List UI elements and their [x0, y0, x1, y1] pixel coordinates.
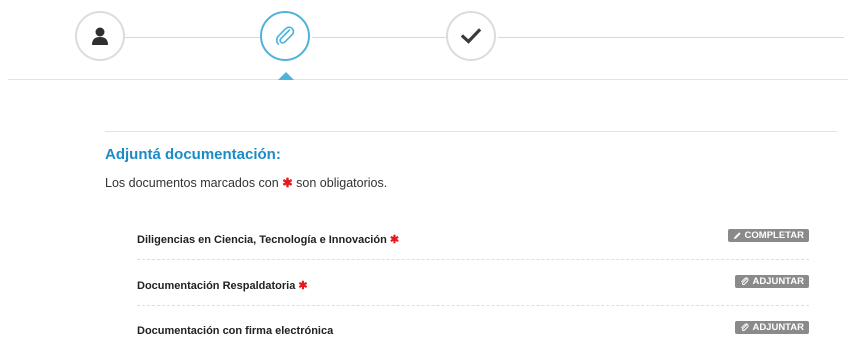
- required-asterisk-icon: ✱: [389, 234, 400, 246]
- document-name: Diligencias en Ciencia, Tecnología e Inn…: [137, 234, 387, 246]
- user-icon: [92, 27, 108, 45]
- attach-button-label: ADJUNTAR: [752, 322, 804, 333]
- stepper-line: [498, 37, 844, 38]
- required-note-text-end: son obligatorios.: [296, 176, 388, 190]
- document-name: Documentación con firma electrónica: [137, 325, 334, 337]
- stepper-line: [312, 37, 446, 38]
- active-step-caret: [278, 72, 294, 80]
- section-divider: [105, 131, 837, 132]
- attach-button[interactable]: ADJUNTAR: [735, 275, 809, 288]
- stepper-divider: [8, 79, 848, 80]
- required-note: Los documentos marcados con ✱ son obliga…: [105, 175, 387, 190]
- step-confirmation[interactable]: [446, 11, 496, 61]
- complete-button-label: COMPLETAR: [744, 230, 804, 241]
- attach-button-label: ADJUNTAR: [752, 276, 804, 287]
- document-row: Documentación con firma electrónica ADJU…: [137, 306, 809, 348]
- checkmark-icon: [461, 28, 481, 44]
- paperclip-icon: [275, 26, 295, 45]
- required-asterisk-icon: ✱: [298, 280, 308, 292]
- step-attachments[interactable]: [260, 11, 310, 61]
- required-note-text: Los documentos marcados con: [105, 176, 279, 190]
- document-row: Documentación Respaldatoria ✱ ADJUNTAR: [137, 260, 809, 306]
- document-list: Diligencias en Ciencia, Tecnología e Inn…: [137, 214, 809, 348]
- complete-button[interactable]: COMPLETAR: [727, 229, 809, 242]
- stepper-line: [125, 37, 260, 38]
- document-row: Diligencias en Ciencia, Tecnología e Inn…: [137, 214, 809, 260]
- attach-button[interactable]: ADJUNTAR: [735, 321, 809, 334]
- document-name: Documentación Respaldatoria: [137, 280, 296, 292]
- section-title: Adjuntá documentación:: [105, 146, 281, 163]
- stepper: [0, 0, 862, 82]
- required-asterisk-icon: ✱: [282, 176, 293, 190]
- paperclip-icon: [741, 323, 750, 332]
- step-personal-data[interactable]: [75, 11, 125, 61]
- page: Adjuntá documentación: Los documentos ma…: [0, 0, 862, 348]
- pencil-icon: [733, 232, 741, 239]
- paperclip-icon: [741, 277, 750, 286]
